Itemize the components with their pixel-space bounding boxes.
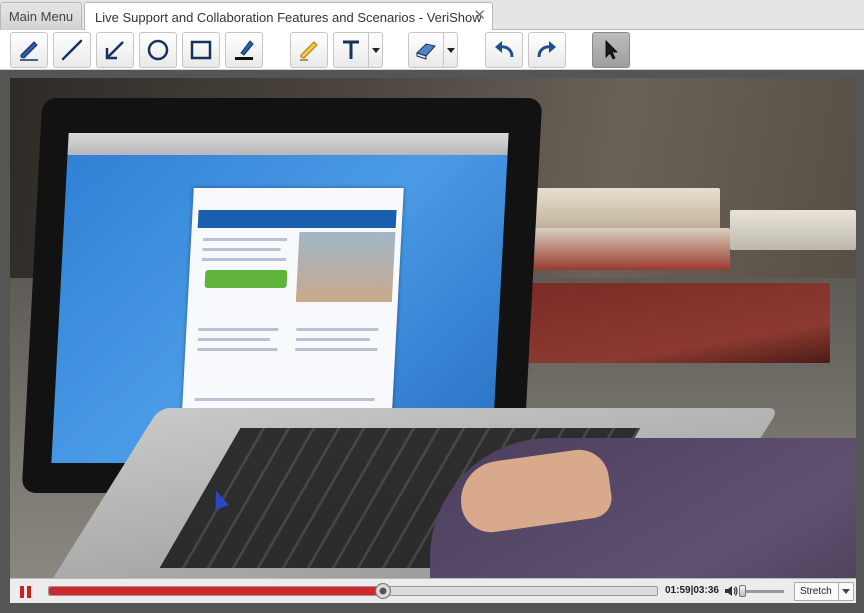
video-scene-page-text [295, 348, 378, 351]
video-scene-page-text [202, 248, 281, 251]
eraser-tool-button[interactable] [408, 32, 444, 68]
pause-icon-bar [19, 585, 24, 598]
video-scene-page-cta [204, 270, 288, 288]
tab-main-menu-label: Main Menu [8, 9, 74, 24]
redo-button[interactable] [528, 32, 566, 68]
video-scene-papers [730, 210, 856, 250]
tab-title: Live Support and Collaboration Features … [95, 9, 482, 25]
playback-controls: 01:59|03:36 Stretch [10, 578, 856, 603]
video-scene-page-text [295, 338, 370, 341]
arrow-icon [105, 41, 124, 60]
rectangle-icon [190, 40, 212, 60]
rectangle-tool-button[interactable] [182, 32, 220, 68]
chevron-down-icon [838, 583, 853, 600]
close-tab-icon[interactable]: ✕ [473, 8, 486, 23]
video-scene-page-text [194, 398, 375, 401]
volume-slider[interactable] [740, 590, 784, 593]
video-scene-page-text [197, 348, 278, 351]
undo-button[interactable] [485, 32, 523, 68]
text-options-dropdown[interactable] [369, 32, 383, 68]
video-scene-page-text [202, 238, 288, 241]
undo-icon [495, 41, 514, 58]
annotation-toolbar [0, 30, 864, 70]
eraser-icon [416, 43, 436, 60]
video-scene-web-page [181, 188, 404, 428]
text-icon [343, 40, 359, 59]
time-display: 01:59|03:36 [665, 585, 719, 596]
pen-icon [20, 41, 38, 61]
pointer-tool-button[interactable] [592, 32, 630, 68]
volume-thumb[interactable] [739, 585, 747, 597]
video-frame[interactable] [10, 78, 856, 578]
video-scene-browser-bar [67, 133, 509, 155]
video-scene-book [510, 283, 830, 363]
marker-tool-button[interactable] [225, 32, 263, 68]
tab-bar: Main Menu Live Support and Collaboration… [0, 0, 864, 31]
volume-icon[interactable] [723, 583, 739, 599]
video-scene-page-text [198, 328, 279, 331]
scale-mode-select[interactable]: Stretch [794, 582, 854, 601]
pointer-icon [605, 40, 618, 60]
highlighter-tool-button[interactable] [290, 32, 328, 68]
line-tool-button[interactable] [53, 32, 91, 68]
video-scene-page-text [201, 258, 287, 261]
video-scene-page-text [197, 338, 270, 341]
video-scene-page-banner [197, 210, 397, 228]
seek-thumb[interactable] [375, 583, 392, 599]
line-icon [61, 39, 83, 61]
ellipse-tool-button[interactable] [139, 32, 177, 68]
eraser-options-dropdown[interactable] [444, 32, 458, 68]
tab-main-menu[interactable]: Main Menu [0, 2, 82, 30]
highlighter-icon [300, 41, 318, 61]
marker-icon [235, 40, 254, 60]
seek-progress [49, 587, 384, 595]
redo-icon [537, 41, 556, 58]
arrow-tool-button[interactable] [96, 32, 134, 68]
text-tool-button[interactable] [333, 32, 369, 68]
pause-icon-bar [26, 585, 31, 598]
video-scene-page-text [296, 328, 379, 331]
video-player: 01:59|03:36 Stretch [0, 70, 864, 613]
video-scene-page-photo [295, 232, 396, 302]
pause-button[interactable] [16, 583, 34, 600]
tab-verishow-video[interactable]: Live Support and Collaboration Features … [84, 2, 493, 31]
seek-bar[interactable] [48, 583, 658, 599]
scale-mode-value: Stretch [800, 586, 832, 597]
pen-tool-button[interactable] [10, 32, 48, 68]
ellipse-icon [147, 39, 169, 61]
